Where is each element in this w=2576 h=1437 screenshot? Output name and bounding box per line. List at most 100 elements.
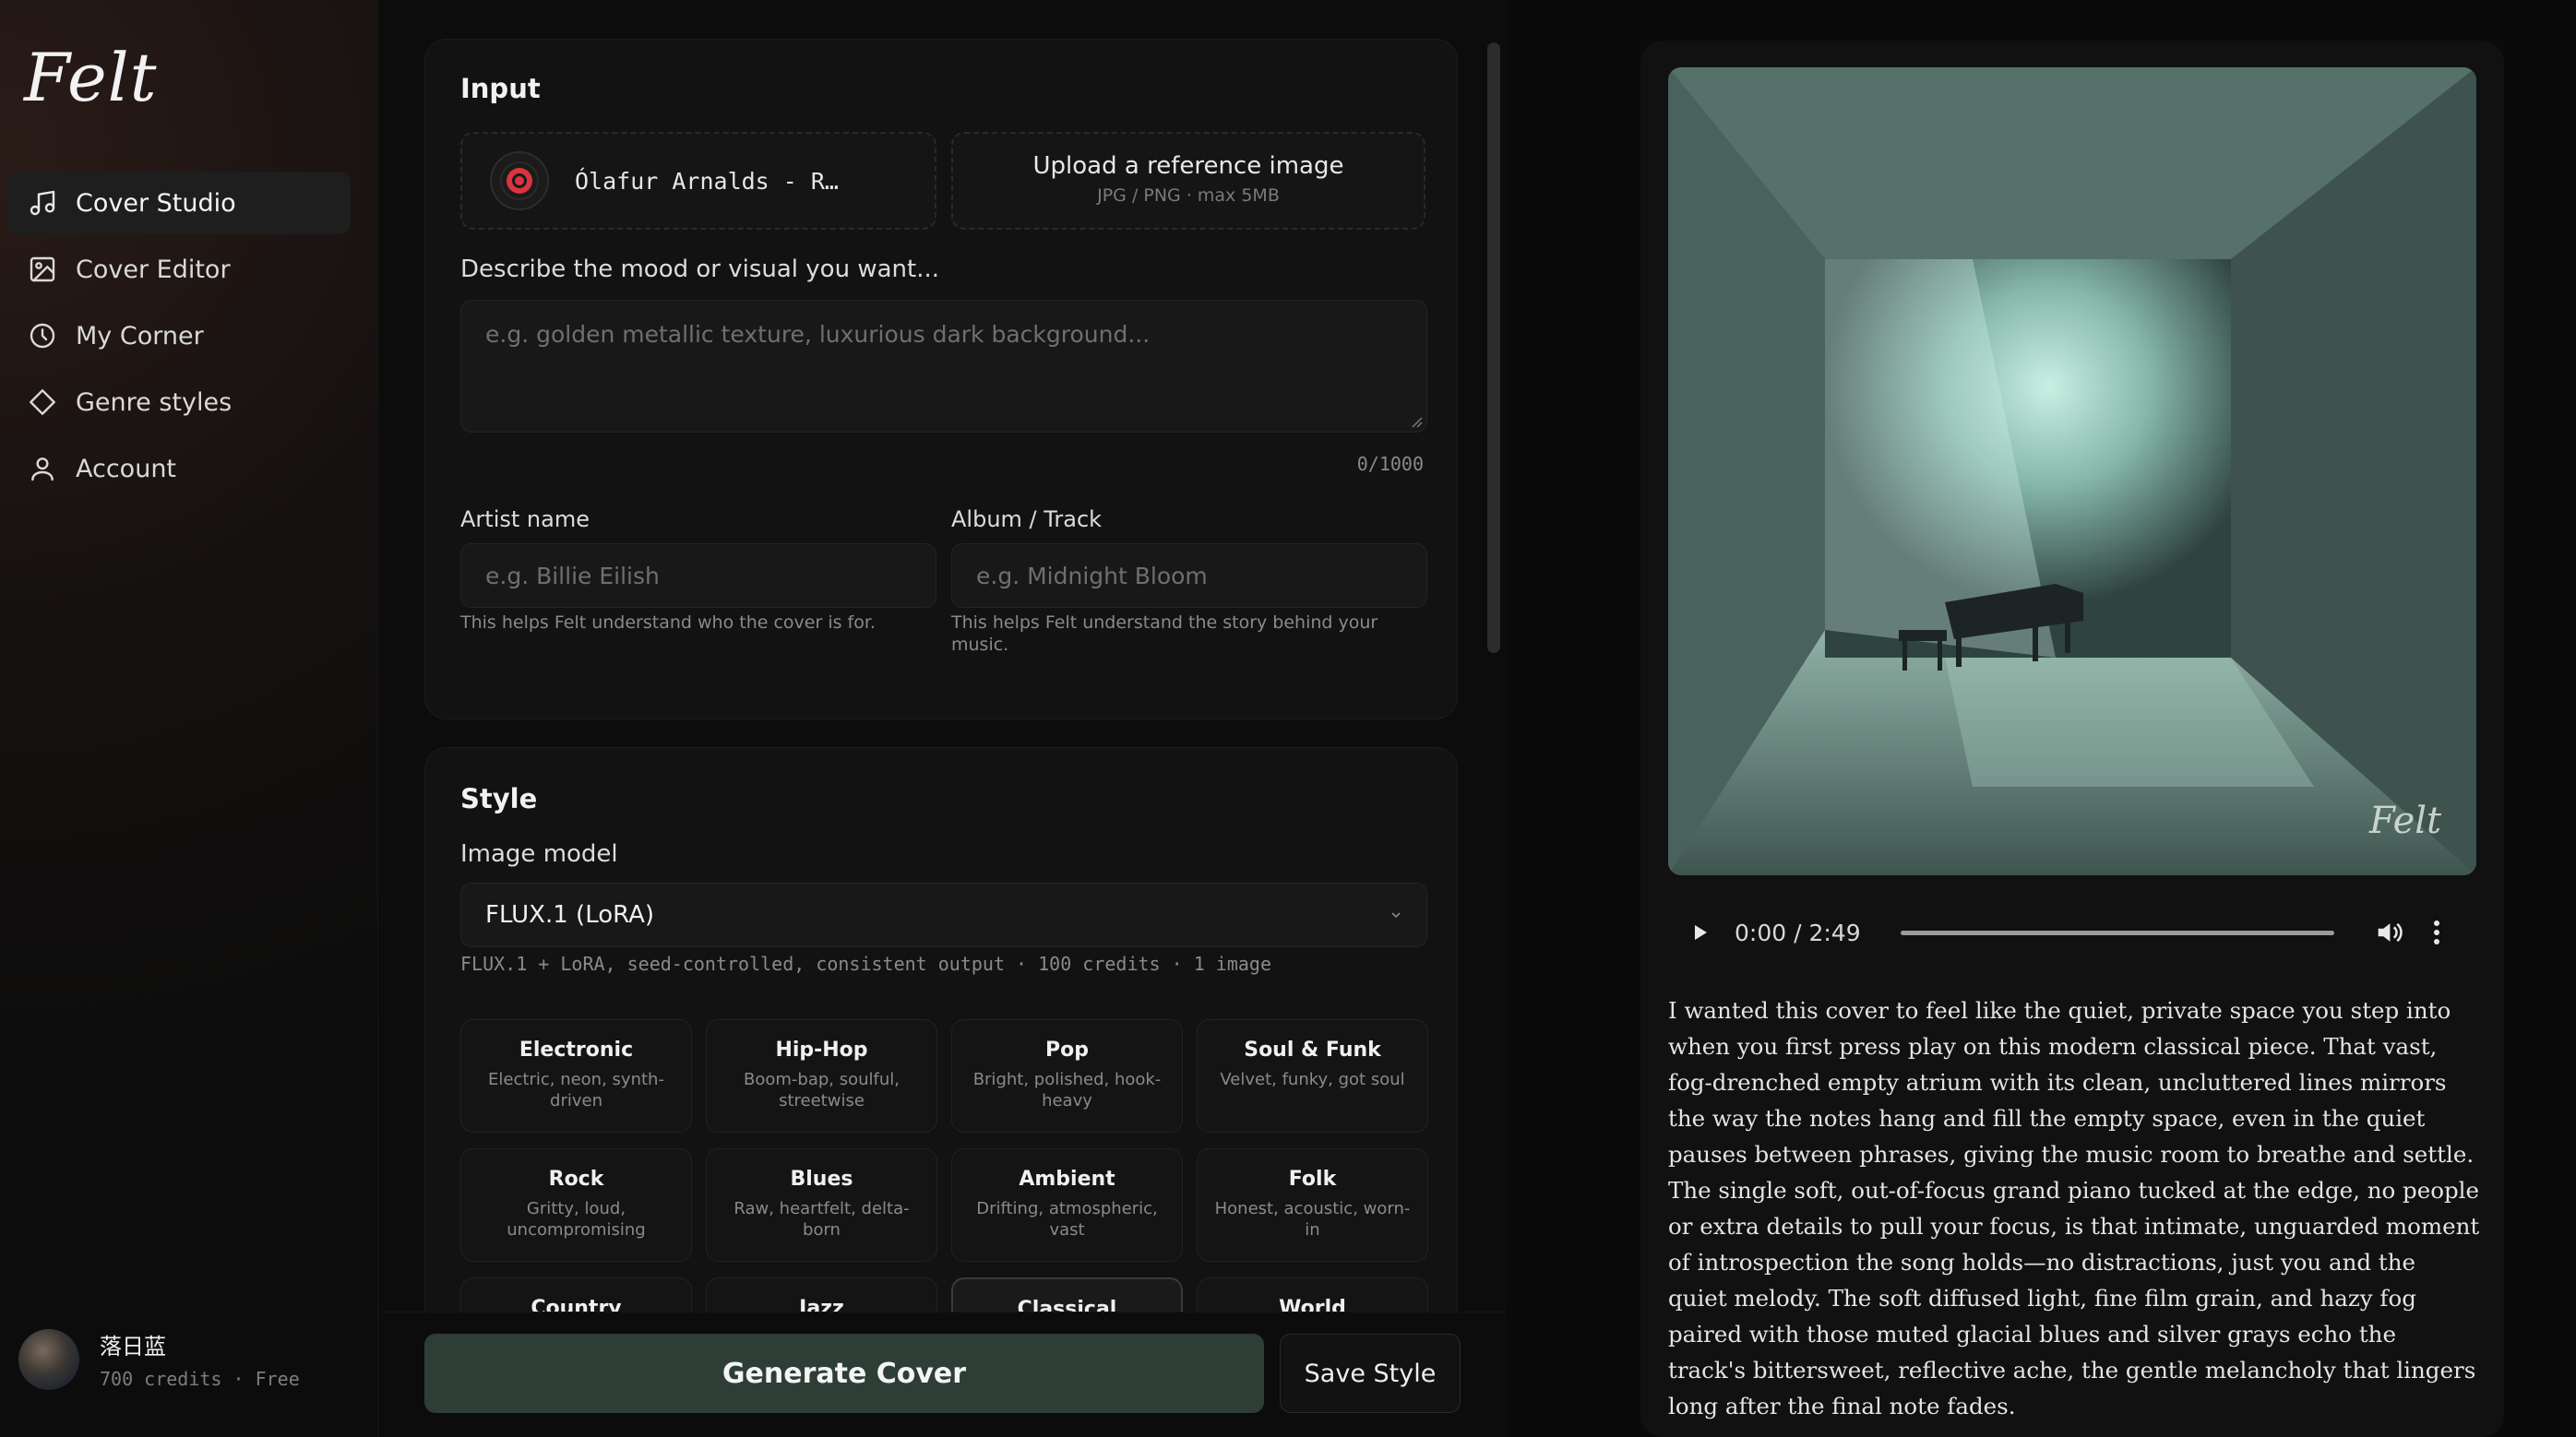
resize-handle-icon [1412,417,1423,428]
genre-desc: Electric, neon, synth-driven [461,1069,691,1111]
genre-desc: Drifting, atmospheric, vast [952,1198,1182,1241]
artist-label: Artist name [460,506,590,532]
sidebar-item-label: My Corner [76,321,204,350]
clock-icon [30,323,55,349]
app-logo[interactable]: Felt [24,39,158,116]
play-icon[interactable] [1687,920,1712,945]
genre-desc: Velvet, funky, got soul [1198,1069,1427,1090]
genre-desc: Boom-bap, soulful, streetwise [707,1069,936,1111]
genre-name: Rock [548,1168,604,1191]
sidebar-item-label: Genre styles [76,387,233,417]
genre-desc-line-1: Bright, polished, hook- [972,1070,1162,1089]
volume-icon[interactable] [2373,917,2404,948]
genre-desc-line-2: uncompromising [507,1220,646,1240]
style-panel-title: Style [460,783,538,814]
album-help-line-2: music. [951,635,1009,655]
genre-desc-line-1: Honest, acoustic, worn- [1214,1199,1411,1218]
audio-time: 0:00 / 2:49 [1735,919,1861,946]
sidebar-item-cover-editor[interactable]: Cover Editor [7,238,351,301]
sidebar: Felt Cover Studio Cover Editor My Corner… [0,0,378,1437]
style-panel: Style Image model FLUX.1 (LoRA) FLUX.1 +… [424,747,1458,1393]
genre-card-rock[interactable]: Rock Gritty, loud, uncompromising [460,1148,692,1262]
genre-name: Hip-Hop [775,1039,868,1062]
chevron-down-icon [1391,912,1401,919]
audio-progress-track[interactable] [1901,930,2334,935]
user-credits: 700 credits · Free [100,1368,300,1390]
sidebar-item-label: Cover Studio [76,188,236,218]
track-chip-label: Ólafur Arnalds - R… [575,167,839,195]
sidebar-item-cover-studio[interactable]: Cover Studio [7,172,351,234]
upload-title: Upload a reference image [1032,152,1344,180]
sidebar-item-genre-styles[interactable]: Genre styles [7,371,351,433]
upload-reference-dropzone[interactable]: Upload a reference image JPG / PNG · max… [951,132,1425,230]
artist-name-input[interactable]: e.g. Billie Eilish [460,543,936,608]
genre-desc-line-1: Raw, heartfelt, delta- [733,1199,910,1218]
genre-card-folk[interactable]: Folk Honest, acoustic, worn-in [1197,1148,1428,1262]
sidebar-item-label: Account [76,454,177,483]
genre-desc-line-1: Velvet, funky, got soul [1220,1070,1405,1089]
generated-cover-image[interactable]: Felt [1668,67,2476,875]
track-chip[interactable]: Ólafur Arnalds - R… [460,132,936,230]
genre-card-hip-hop[interactable]: Hip-Hop Boom-bap, soulful, streetwise [706,1019,937,1133]
genre-desc-line-2: streetwise [779,1091,865,1110]
mood-label: Describe the mood or visual you want... [460,255,939,283]
avatar [18,1328,79,1390]
genre-card-ambient[interactable]: Ambient Drifting, atmospheric, vast [951,1148,1183,1262]
genre-desc-line-1: Gritty, loud, [526,1199,626,1218]
music-note-icon [30,190,55,216]
mood-char-count: 0/1000 [1356,453,1424,475]
form-column: Input Ólafur Arnalds - R… Upload a refer… [378,0,1506,1437]
save-style-button[interactable]: Save Style [1280,1334,1461,1413]
genre-card-electronic[interactable]: Electronic Electric, neon, synth-driven [460,1019,692,1133]
input-panel: Input Ólafur Arnalds - R… Upload a refer… [424,39,1458,719]
genre-name: Pop [1045,1039,1089,1062]
genre-name: Electronic [519,1039,634,1062]
genre-desc-line-1: Boom-bap, soulful, [744,1070,900,1089]
sidebar-item-account[interactable]: Account [7,437,351,500]
vinyl-record-icon [490,151,549,210]
genre-name: Soul & Funk [1244,1039,1381,1062]
genre-desc: Bright, polished, hook-heavy [952,1069,1182,1111]
genre-desc-line-2: born [803,1220,841,1240]
image-model-help: FLUX.1 + LoRA, seed-controlled, consiste… [460,953,1271,975]
diamond-icon [30,389,55,415]
upload-subtitle: JPG / PNG · max 5MB [1097,185,1280,206]
genre-desc-line-1: Electric, neon, synth- [488,1070,664,1089]
genre-card-blues[interactable]: Blues Raw, heartfelt, delta-born [706,1148,937,1262]
sidebar-item-my-corner[interactable]: My Corner [7,304,351,367]
genre-name: Folk [1288,1168,1337,1191]
genre-desc: Raw, heartfelt, delta-born [707,1198,936,1241]
user-name: 落日蓝 [100,1334,166,1360]
user-profile[interactable]: 落日蓝 700 credits · Free [18,1328,300,1390]
image-model-select[interactable]: FLUX.1 (LoRA) [460,883,1427,947]
genre-card-pop[interactable]: Pop Bright, polished, hook-heavy [951,1019,1183,1133]
cover-watermark: Felt [2368,800,2442,842]
genre-desc-line-2: heavy [1042,1091,1092,1110]
genre-desc-line-2: in [1305,1220,1320,1240]
input-panel-title: Input [460,73,541,104]
generate-cover-button[interactable]: Generate Cover [424,1334,1264,1413]
album-label: Album / Track [951,506,1103,532]
album-placeholder: e.g. Midnight Bloom [976,562,1208,589]
user-icon [31,457,54,481]
album-track-input[interactable]: e.g. Midnight Bloom [951,543,1427,608]
genre-desc: Honest, acoustic, worn-in [1198,1198,1427,1241]
image-icon [30,256,55,282]
image-model-value: FLUX.1 (LoRA) [485,901,655,929]
genre-card-soul-funk[interactable]: Soul & Funk Velvet, funky, got soul [1197,1019,1428,1133]
artist-placeholder: e.g. Billie Eilish [485,562,660,589]
album-help: This helps Felt understand the story beh… [951,612,1377,656]
genre-desc-line-2: driven [550,1091,602,1110]
genre-desc-line-1: Drifting, atmospheric, [976,1199,1158,1218]
image-model-label: Image model [460,840,618,868]
artist-help: This helps Felt understand who the cover… [460,612,876,633]
mood-textarea[interactable]: e.g. golden metallic texture, luxurious … [460,300,1427,433]
more-options-icon[interactable] [2432,919,2441,946]
sidebar-item-label: Cover Editor [76,255,231,284]
genre-desc-line-2: vast [1049,1220,1085,1240]
cover-artwork: Felt [1668,67,2476,875]
form-scrollbar[interactable] [1487,42,1500,653]
album-help-line-1: This helps Felt understand the story beh… [951,612,1378,633]
genre-desc: Gritty, loud, uncompromising [461,1198,691,1241]
audio-player: 0:00 / 2:49 [1687,904,2458,961]
